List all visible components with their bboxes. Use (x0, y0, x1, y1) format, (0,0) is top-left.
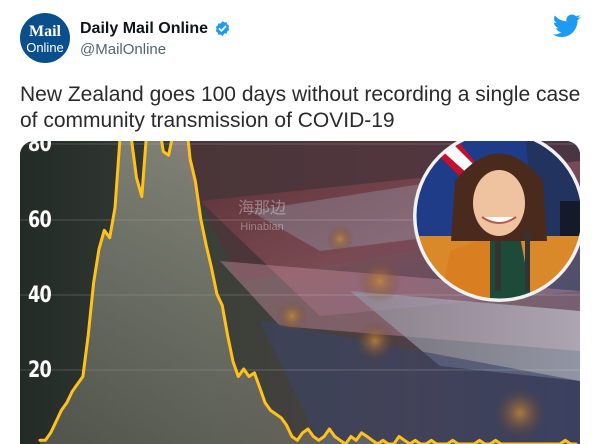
avatar[interactable]: Mail Online (20, 13, 70, 63)
watermark: 海那边 Hinabian (238, 201, 286, 235)
tweet-text: New Zealand goes 100 days without record… (20, 83, 581, 132)
verified-badge-icon (215, 21, 230, 36)
avatar-text-mail: Mail (29, 23, 61, 40)
avatar-text-online: Online (26, 40, 64, 55)
y-tick-label-60: 60 (28, 208, 52, 233)
y-tick-label-20: 20 (28, 358, 52, 383)
media-image (20, 141, 580, 444)
account-name[interactable]: Daily Mail Online (80, 20, 208, 38)
y-tick-label-80: 80 (28, 141, 52, 157)
twitter-bird-icon[interactable] (553, 14, 581, 38)
account-handle[interactable]: @MailOnline (80, 41, 166, 58)
watermark-text-en: Hinabian (240, 221, 284, 233)
y-tick-label-40: 40 (28, 283, 52, 308)
watermark-text-cn: 海那边 (238, 200, 287, 217)
tweet-media[interactable]: 海那边 Hinabian 80 60 40 20 (20, 141, 580, 444)
